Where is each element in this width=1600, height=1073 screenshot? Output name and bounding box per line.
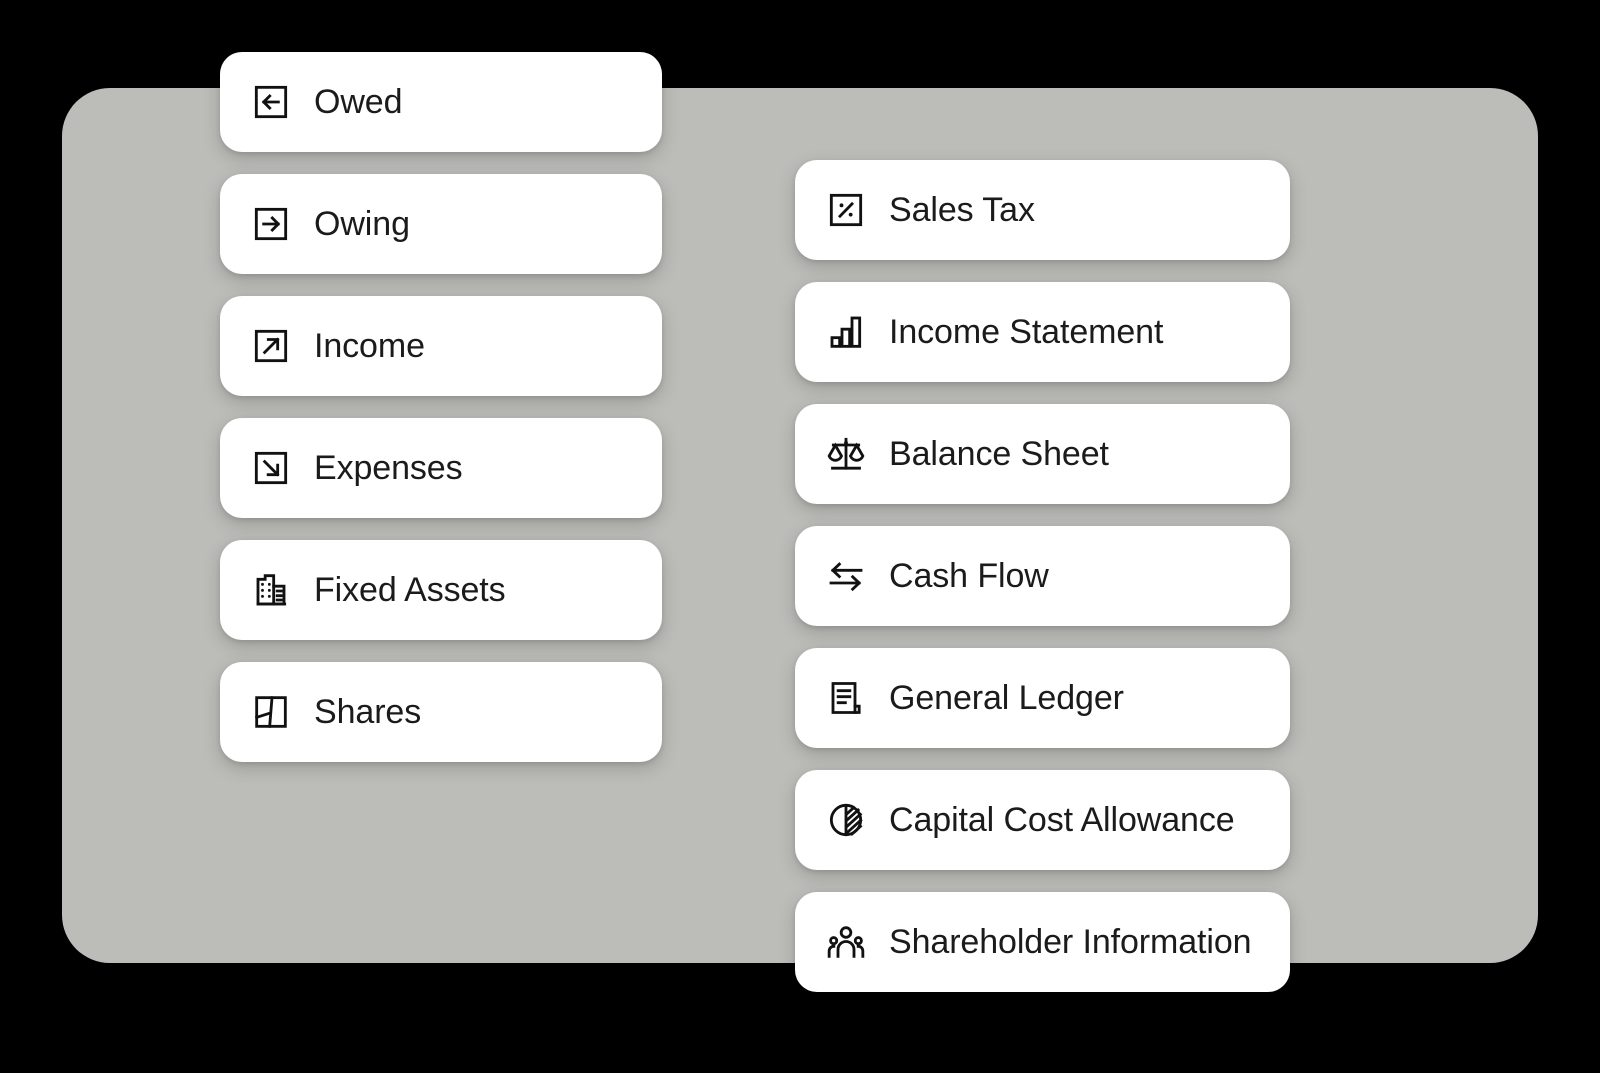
menu-card-expenses[interactable]: Expenses (220, 418, 662, 518)
scales-icon (825, 433, 867, 475)
document-lines-icon (825, 677, 867, 719)
menu-card-fixed-assets[interactable]: Fixed Assets (220, 540, 662, 640)
arrow-left-box-icon (250, 81, 292, 123)
menu-card-shares[interactable]: Shares (220, 662, 662, 762)
share-split-square-icon (250, 691, 292, 733)
menu-card-label: Income (314, 327, 425, 365)
menu-card-label: Capital Cost Allowance (889, 801, 1235, 839)
menu-card-label: Expenses (314, 449, 463, 487)
arrow-right-box-icon (250, 203, 292, 245)
people-group-icon (825, 921, 867, 963)
menu-card-sales-tax[interactable]: Sales Tax (795, 160, 1290, 260)
screen: Owed Owing Income Expenses Fixed Assets Share… (0, 0, 1600, 1073)
pie-chart-hatched-icon (825, 799, 867, 841)
menu-card-balance-sheet[interactable]: Balance Sheet (795, 404, 1290, 504)
left-column: Owed Owing Income Expenses Fixed Assets Share… (220, 52, 662, 762)
two-way-arrows-icon (825, 555, 867, 597)
menu-card-label: Fixed Assets (314, 571, 506, 609)
menu-card-owing[interactable]: Owing (220, 174, 662, 274)
bar-chart-icon (825, 311, 867, 353)
menu-card-label: Shareholder Information (889, 923, 1252, 961)
menu-card-cash-flow[interactable]: Cash Flow (795, 526, 1290, 626)
menu-card-label: Income Statement (889, 313, 1164, 351)
menu-card-label: Owed (314, 83, 403, 121)
menu-card-label: General Ledger (889, 679, 1124, 717)
arrow-down-right-box-icon (250, 447, 292, 489)
percent-box-icon (825, 189, 867, 231)
menu-card-label: Shares (314, 693, 422, 731)
menu-card-owed[interactable]: Owed (220, 52, 662, 152)
menu-card-label: Cash Flow (889, 557, 1049, 595)
right-column: Sales Tax Income Statement Balance Sheet Ca… (795, 160, 1290, 992)
arrow-up-right-box-icon (250, 325, 292, 367)
menu-card-label: Owing (314, 205, 410, 243)
menu-card-label: Sales Tax (889, 191, 1035, 229)
menu-card-shareholder-information[interactable]: Shareholder Information (795, 892, 1290, 992)
building-icon (250, 569, 292, 611)
menu-card-label: Balance Sheet (889, 435, 1109, 473)
menu-card-income-statement[interactable]: Income Statement (795, 282, 1290, 382)
menu-card-general-ledger[interactable]: General Ledger (795, 648, 1290, 748)
menu-card-income[interactable]: Income (220, 296, 662, 396)
menu-card-capital-cost-allowance[interactable]: Capital Cost Allowance (795, 770, 1290, 870)
